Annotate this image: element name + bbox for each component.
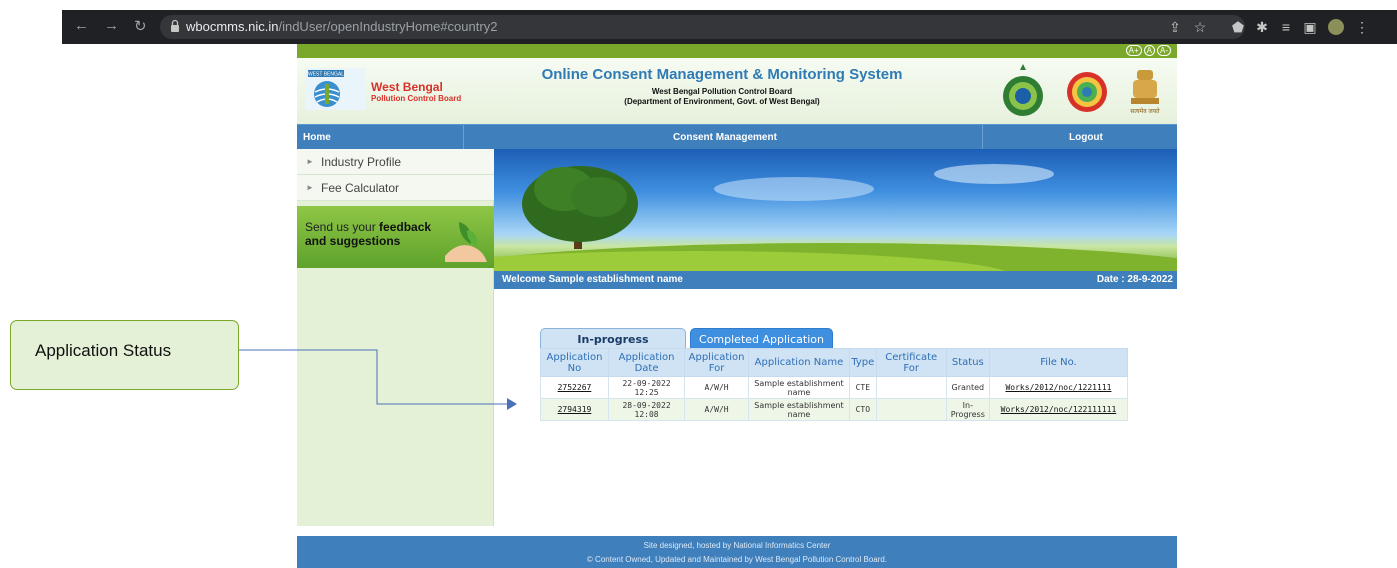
application-status: In-Progress	[945, 398, 990, 421]
sidebar-item-label: Fee Calculator	[321, 181, 400, 195]
application-no-link[interactable]: 2794319	[540, 398, 609, 421]
col-certificate-for: Certificate For	[875, 348, 947, 377]
url-path: /indUser/openIndustryHome#country2	[278, 19, 498, 34]
brand-subname: Pollution Control Board	[371, 94, 462, 103]
tab-completed-application[interactable]: Completed Application	[690, 328, 833, 349]
sidebar-item-fee-calculator[interactable]: ► Fee Calculator	[297, 175, 494, 201]
application-name: Sample establishment name	[748, 376, 850, 399]
menu-logout[interactable]: Logout	[1069, 132, 1103, 143]
col-application-date: Application Date	[607, 348, 686, 377]
extensions-puzzle-icon[interactable]: ✱	[1254, 19, 1270, 35]
sidebar: ► Industry Profile ► Fee Calculator Send…	[297, 149, 494, 526]
site-footer: Site designed, hosted by National Inform…	[297, 536, 1177, 568]
share-icon[interactable]: ⇪	[1167, 19, 1183, 35]
feedback-bold: feedback	[379, 220, 432, 234]
reading-list-icon[interactable]: ≡	[1278, 19, 1294, 35]
certificate-for	[875, 376, 947, 399]
font-normal-button[interactable]: A	[1143, 45, 1155, 56]
more-menu-icon[interactable]: ⋮	[1354, 19, 1370, 35]
bookmark-star-icon[interactable]: ☆	[1192, 19, 1208, 35]
annotation-arrow-icon	[239, 349, 517, 410]
reload-icon[interactable]: ↻	[134, 17, 147, 35]
file-no-link[interactable]: Works/2012/noc/1221111	[988, 376, 1129, 399]
application-date: 28-09-2022 12:08	[607, 398, 686, 421]
application-table: Application No Application Date Applicat…	[540, 348, 1129, 421]
welcome-bar: Welcome Sample establishment name Date :…	[494, 271, 1177, 289]
application-type: CTO	[848, 398, 877, 421]
bullet-arrow-icon: ►	[306, 157, 314, 166]
hands-leaf-icon	[445, 222, 487, 262]
shield-extension-icon[interactable]: ⬟	[1230, 19, 1246, 35]
bengal-govt-emblem-icon	[1003, 64, 1043, 116]
url-text: wbocmms.nic.in/indUser/openIndustryHome#…	[186, 19, 497, 34]
main-menu: Home Consent Management Logout	[297, 124, 1177, 150]
department-subtitle: (Department of Environment, Govt. of Wes…	[624, 97, 820, 106]
url-host: wbocmms.nic.in	[186, 19, 279, 34]
profile-avatar-icon[interactable]	[1328, 19, 1344, 35]
application-type: CTE	[848, 376, 877, 399]
page-title: Online Consent Management & Monitoring S…	[541, 66, 903, 83]
sidebar-item-industry-profile[interactable]: ► Industry Profile	[297, 149, 494, 175]
application-no-link[interactable]: 2752267	[540, 376, 609, 399]
table-header-row: Application No Application Date Applicat…	[540, 348, 1129, 377]
certificate-for	[875, 398, 947, 421]
footer-credit: Site designed, hosted by National Inform…	[643, 541, 831, 550]
side-panel-icon[interactable]: ▣	[1302, 19, 1318, 35]
forward-icon[interactable]: →	[104, 17, 119, 34]
main-content: In-progress Application Completed Applic…	[494, 289, 1177, 526]
font-decrease-button[interactable]: A-	[1157, 45, 1171, 56]
file-no-link[interactable]: Works/2012/noc/122111111	[988, 398, 1129, 421]
feedback-line2: and suggestions	[305, 234, 401, 248]
lock-icon	[171, 19, 179, 32]
address-bar[interactable]: wbocmms.nic.in/indUser/openIndustryHome#…	[160, 15, 1245, 39]
bullet-arrow-icon: ►	[306, 183, 314, 192]
tab-inprogress-application[interactable]: In-progress Application	[540, 328, 686, 367]
col-type: Type	[848, 348, 877, 377]
wb-logo-emblem-icon	[1067, 72, 1107, 112]
feedback-line1: Send us your feedback	[305, 220, 431, 234]
back-icon[interactable]: ←	[74, 17, 89, 34]
current-date: Date : 28-9-2022	[1096, 274, 1173, 285]
col-application-for: Application For	[684, 348, 749, 377]
page-subtitle: West Bengal Pollution Control Board	[651, 87, 793, 96]
table-row: 2752267 22-09-2022 12:25 A/W/H Sample es…	[540, 376, 1129, 399]
font-increase-button[interactable]: A+	[1125, 45, 1142, 56]
application-for: A/W/H	[684, 398, 749, 421]
annotation-label: Application Status	[35, 341, 172, 360]
col-status: Status	[945, 348, 990, 377]
col-application-name: Application Name	[748, 348, 850, 377]
brand-name: West Bengal	[371, 80, 443, 94]
application-name: Sample establishment name	[748, 398, 850, 421]
emblem-motto: सत्यमेव जयते	[1130, 109, 1160, 115]
wbpcb-logo: WEST BENGAL	[305, 68, 365, 110]
tree-landscape-image	[494, 164, 1177, 271]
table-row: 2794319 28-09-2022 12:08 A/W/H Sample es…	[540, 398, 1129, 421]
feedback-prefix: Send us your	[305, 220, 380, 234]
menu-home[interactable]: Home	[303, 132, 331, 143]
annotation-callout: Application Status	[10, 320, 239, 390]
menu-consent-management[interactable]: Consent Management	[673, 132, 777, 143]
browser-toolbar: ← → ↻ wbocmms.nic.in/indUser/openIndustr…	[62, 10, 1397, 44]
site-header: WEST BENGAL West Bengal Pollution Contro…	[297, 58, 1177, 124]
application-for: A/W/H	[684, 376, 749, 399]
logo-text: WEST BENGAL	[308, 72, 344, 78]
application-status: Granted	[945, 376, 990, 399]
header-banner-image	[494, 149, 1177, 271]
sidebar-item-label: Industry Profile	[321, 155, 402, 169]
application-date: 22-09-2022 12:25	[607, 376, 686, 399]
site-frame: A+ A A- WEST BENGAL West Bengal Pollution …	[297, 44, 1177, 568]
col-application-no: Application No	[540, 348, 609, 377]
menu-divider	[982, 125, 983, 150]
menu-divider	[463, 125, 464, 150]
col-file-no: File No.	[988, 348, 1129, 377]
top-strip: A+ A A-	[297, 44, 1177, 58]
font-size-controls: A+ A A-	[1124, 45, 1171, 56]
feedback-banner[interactable]: Send us your feedback and suggestions	[297, 206, 494, 268]
welcome-text: Welcome Sample establishment name	[502, 274, 683, 285]
footer-copyright: © Content Owned, Updated and Maintained …	[586, 555, 888, 564]
